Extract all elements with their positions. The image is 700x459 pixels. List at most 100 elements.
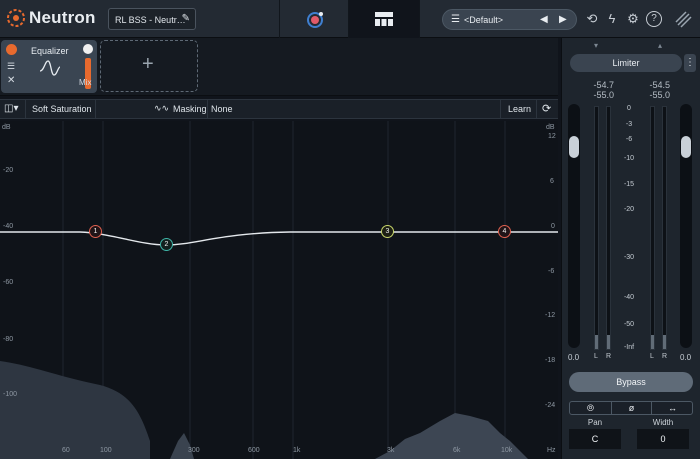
masking-select[interactable]: None	[211, 104, 233, 114]
close-icon[interactable]: ✕	[7, 75, 15, 86]
right-scale-label: -18	[545, 357, 556, 364]
input-meter-right	[606, 106, 611, 350]
input-meter-collapse-icon[interactable]: ▾	[594, 41, 598, 50]
top-bar: Neutron RL BSS - Neutr… ✎ ☰ <Default> ◀ …	[0, 0, 700, 38]
left-scale-label: -80	[3, 336, 14, 343]
app-title: Neutron	[29, 8, 96, 27]
output-meter-right	[662, 106, 667, 350]
right-scale-label: 12	[548, 133, 556, 140]
meter-scale-label: -Inf	[623, 344, 635, 351]
preset-dropdown[interactable]: ☰ <Default> ◀ ▶	[442, 9, 577, 30]
eq-band-node-2[interactable]: 2	[160, 238, 173, 251]
freq-label: 10k	[501, 447, 513, 454]
width-label: Width	[652, 418, 674, 427]
left-scale-label: -40	[3, 223, 14, 230]
left-scale-label: -20	[3, 167, 14, 174]
previous-preset-icon[interactable]: ◀	[540, 14, 548, 25]
input-gain-fader[interactable]	[568, 104, 580, 348]
hz-label: Hz	[547, 447, 556, 454]
mix-knob[interactable]	[83, 44, 93, 54]
right-db-unit: dB	[546, 124, 555, 131]
pencil-icon[interactable]: ✎	[182, 13, 190, 24]
meter-scale-label: -3	[625, 121, 633, 128]
waveform-icon: ∿∿	[154, 103, 170, 113]
limiter-menu-button[interactable]: ⋮	[684, 54, 696, 72]
freq-label: 300	[188, 447, 200, 454]
meter-scale-label: -30	[623, 254, 635, 261]
meter-scale-label: -40	[623, 294, 635, 301]
meter-scale-label: -15	[623, 181, 635, 188]
meter-scale-label: -50	[623, 321, 635, 328]
list-icon[interactable]: ☰	[7, 61, 15, 72]
list-icon: ☰	[451, 14, 460, 25]
meter-scale-label: 0	[627, 105, 631, 112]
learn-button[interactable]: Learn	[508, 104, 531, 114]
pan-field[interactable]: C	[569, 429, 621, 449]
input-left-channel-label: L	[594, 353, 598, 360]
eq-band-node-3[interactable]: 3	[381, 225, 394, 238]
limiter-button[interactable]: Limiter	[570, 54, 682, 72]
eq-curve-icon	[39, 60, 61, 76]
freq-label: 6k	[453, 447, 461, 454]
output-right-channel-label: R	[662, 353, 668, 360]
left-peak-readout: -54.7	[593, 80, 614, 90]
next-preset-icon[interactable]: ▶	[559, 14, 567, 25]
lightning-icon[interactable]: ϟ	[604, 11, 620, 27]
freq-label: 60	[62, 447, 70, 454]
refresh-icon[interactable]: ⟳	[542, 102, 551, 115]
freq-label: 3k	[387, 447, 395, 454]
left-rms-readout: -55.0	[593, 90, 614, 100]
mix-label: Mix	[79, 78, 92, 87]
assistant-icon	[307, 12, 323, 28]
right-scale-label: -12	[545, 312, 556, 319]
freq-label: 1k	[293, 447, 301, 454]
phase-invert-icon[interactable]: ø	[611, 402, 652, 414]
input-meter-left	[594, 106, 599, 350]
left-db-unit: dB	[2, 124, 11, 131]
right-rms-readout: -55.0	[649, 90, 670, 100]
neutron-logo-icon	[7, 9, 25, 27]
preset-dropdown-label: <Default>	[464, 15, 504, 25]
power-icon[interactable]	[6, 44, 17, 55]
eq-display[interactable]: dB -20 -40 -60 -80 -100 dB 12 6 0 -6 -12…	[0, 121, 558, 459]
output-left-channel-label: L	[650, 353, 654, 360]
pan-label: Pan	[587, 418, 603, 427]
stereo-link-icon[interactable]: ⦾	[570, 402, 611, 414]
bypass-button[interactable]: Bypass	[569, 372, 693, 392]
right-scale-label: 0	[551, 223, 555, 230]
eq-toolbar: ◫▾ Soft Saturation ∿∿ Masking None Learn…	[0, 99, 558, 119]
meter-panel: ▾ ▴ Limiter ⋮ -54.7 -55.0 -54.5 -55.0 0 …	[561, 38, 700, 459]
output-gain-value: 0.0	[680, 353, 692, 362]
tab-mixer[interactable]	[349, 0, 419, 38]
help-icon[interactable]: ?	[646, 11, 662, 27]
freq-label: 600	[248, 447, 260, 454]
meter-scale-label: -6	[625, 136, 633, 143]
left-scale-label: -100	[3, 391, 18, 398]
output-gain-fader[interactable]	[680, 104, 692, 348]
input-right-channel-label: R	[606, 353, 612, 360]
output-meter-collapse-icon[interactable]: ▴	[658, 41, 662, 50]
tab-assistant[interactable]	[279, 0, 349, 38]
preset-name-field[interactable]: RL BSS - Neutr… ✎	[108, 8, 196, 30]
output-gain-thumb[interactable]	[681, 136, 691, 158]
eq-band-node-4[interactable]: 4	[498, 225, 511, 238]
stereo-tools: ⦾ ø ↔	[569, 401, 693, 415]
gear-icon[interactable]: ⚙	[625, 11, 641, 27]
view-mode-icon[interactable]: ◫▾	[4, 103, 18, 114]
add-module-slot[interactable]: +	[100, 40, 198, 92]
soft-saturation-toggle[interactable]: Soft Saturation	[32, 104, 92, 114]
equalizer-module[interactable]: ☰ ✕ Equalizer Mix	[1, 40, 97, 93]
input-gain-thumb[interactable]	[569, 136, 579, 158]
mixer-view-icon	[375, 12, 393, 26]
right-scale-label: 6	[550, 178, 554, 185]
left-scale-label: -60	[3, 279, 14, 286]
input-gain-value: 0.0	[568, 353, 580, 362]
meter-scale-label: -20	[623, 206, 635, 213]
history-icon[interactable]: ⟲	[584, 11, 600, 27]
izotope-logo-icon	[675, 11, 692, 28]
width-field[interactable]: 0	[637, 429, 689, 449]
swap-channels-icon[interactable]: ↔	[652, 402, 693, 414]
eq-band-node-1[interactable]: 1	[89, 225, 102, 238]
masking-label: Masking	[173, 104, 207, 114]
right-peak-readout: -54.5	[649, 80, 670, 90]
